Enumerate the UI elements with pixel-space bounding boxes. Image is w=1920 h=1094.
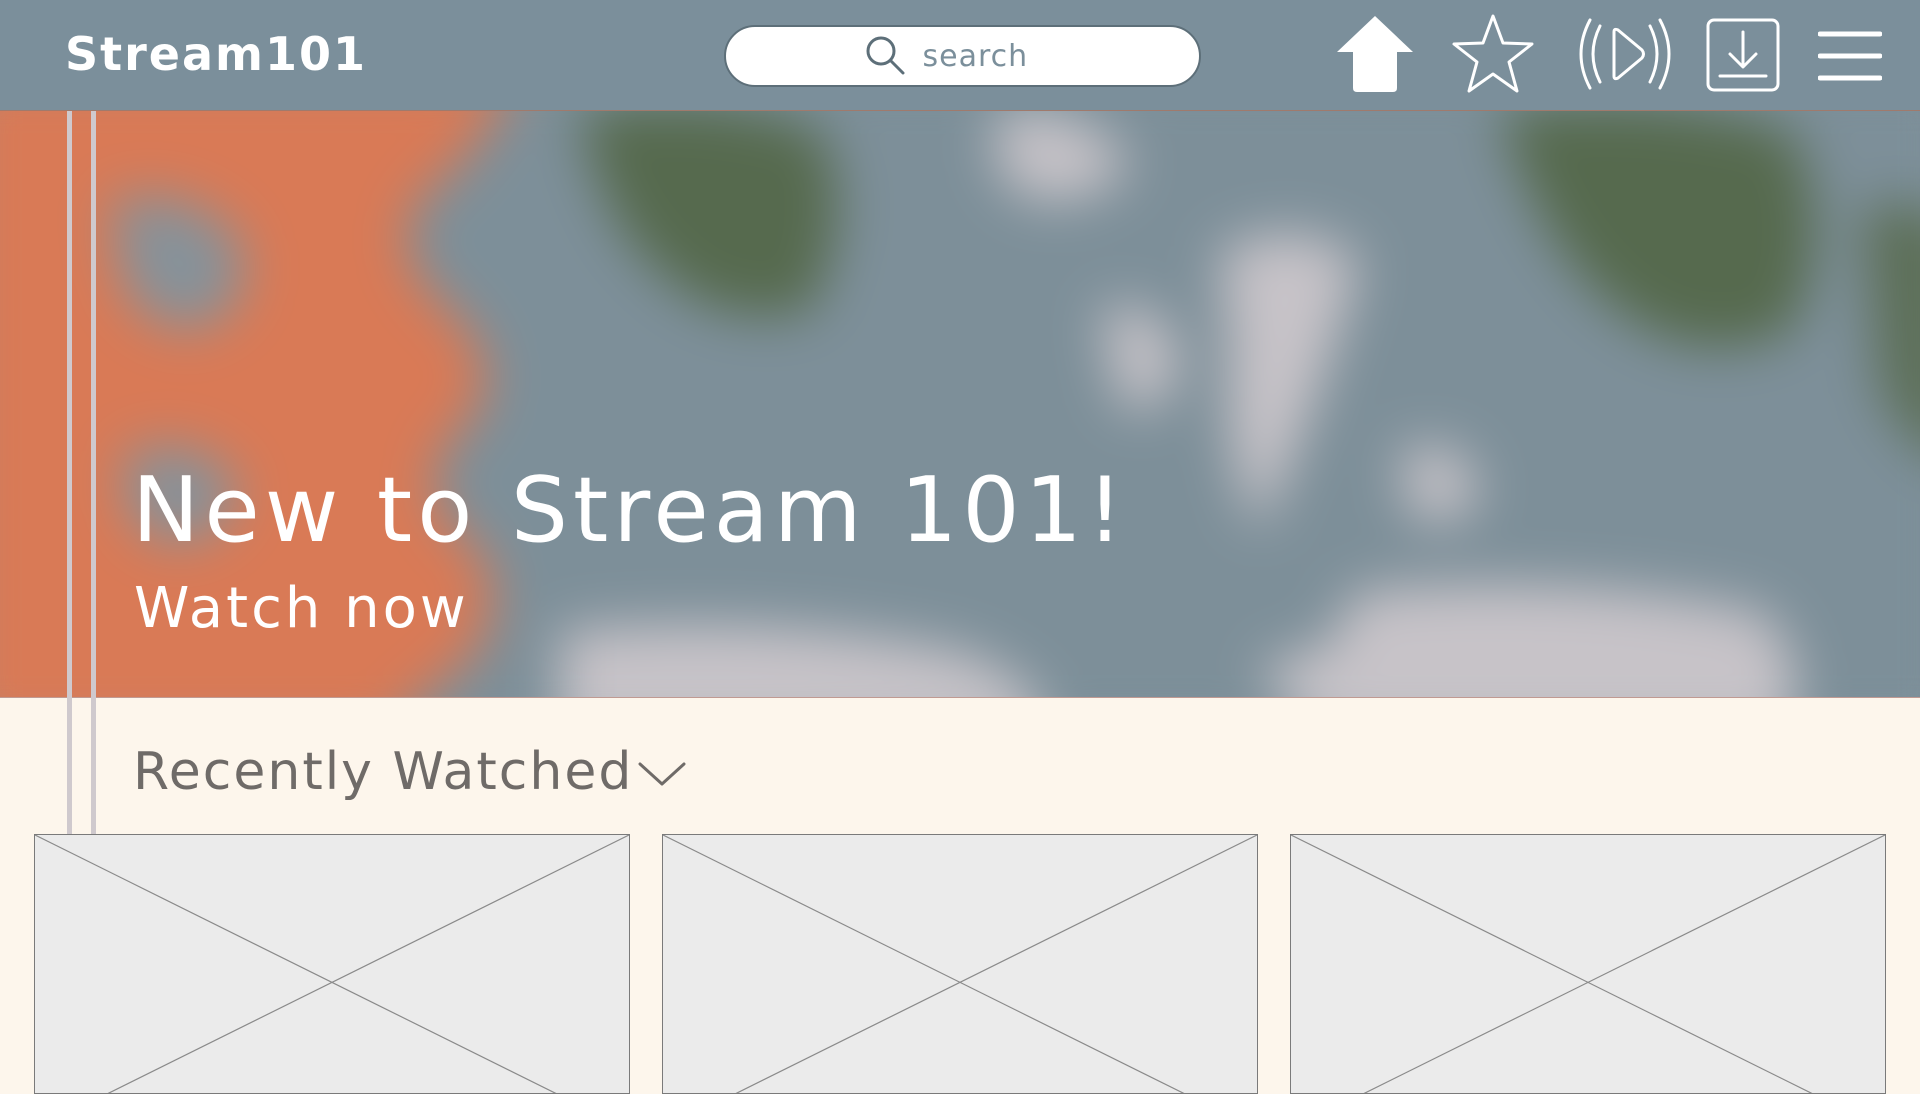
recently-watched-heading[interactable]: Recently Watched — [133, 741, 633, 803]
top-navigation-bar: Stream101 — [0, 0, 1920, 111]
hamburger-menu-icon[interactable] — [1818, 28, 1882, 84]
vertical-guide-line — [67, 111, 72, 834]
hero-title: New to Stream 101! — [132, 458, 1128, 563]
live-play-icon[interactable] — [1570, 14, 1680, 94]
placeholder-image — [663, 835, 1257, 1093]
search-bar[interactable] — [724, 25, 1201, 87]
vertical-guide-line — [91, 111, 96, 834]
recently-watched-thumbnail[interactable] — [34, 834, 630, 1094]
recently-watched-thumbnail[interactable] — [662, 834, 1258, 1094]
watch-now-link[interactable]: Watch now — [134, 577, 469, 641]
home-icon[interactable] — [1333, 12, 1417, 96]
recently-watched-thumbnail[interactable] — [1290, 834, 1886, 1094]
hero-banner[interactable]: New to Stream 101! Watch now — [0, 111, 1920, 698]
placeholder-image — [35, 835, 629, 1093]
placeholder-image — [1291, 835, 1885, 1093]
star-icon[interactable] — [1450, 12, 1536, 96]
download-icon[interactable] — [1706, 18, 1780, 92]
brand-logo[interactable]: Stream101 — [65, 26, 367, 82]
search-icon[interactable] — [863, 33, 909, 79]
search-input[interactable] — [922, 38, 1063, 74]
chevron-down-icon[interactable] — [636, 756, 688, 792]
